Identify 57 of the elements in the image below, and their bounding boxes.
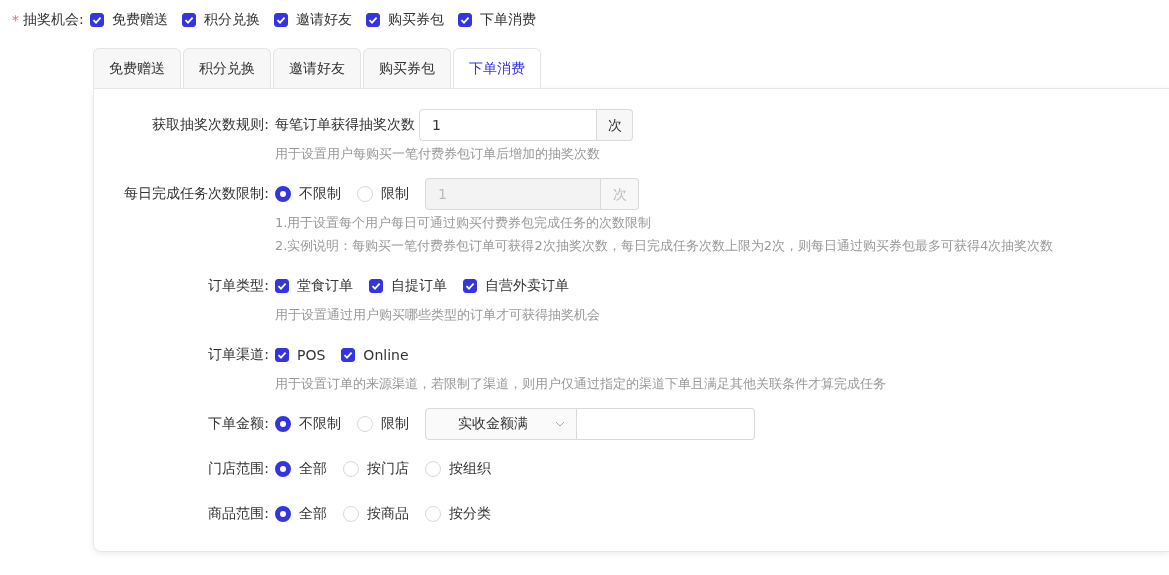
help-text: 用于设置通过用户购买哪些类型的订单才可获得抽奖机会: [275, 306, 601, 324]
option-label: 全部: [299, 460, 327, 478]
checkbox[interactable]: [275, 348, 289, 362]
field-label: 下单金额:: [207, 415, 270, 433]
unit-addon: 次: [601, 178, 639, 210]
option-label: 不限制: [299, 415, 341, 433]
checkbox[interactable]: [457, 13, 472, 27]
checkbox[interactable]: [463, 279, 477, 293]
option-label: 按分类: [449, 505, 491, 523]
option-label: 下单消费: [479, 11, 536, 29]
option-label: Online: [363, 347, 409, 363]
required-mark: *: [12, 12, 19, 28]
checkbox[interactable]: [341, 348, 356, 362]
count-input[interactable]: 1: [419, 109, 597, 141]
checkbox[interactable]: [181, 13, 196, 27]
radio-button[interactable]: [275, 461, 291, 477]
radio-button[interactable]: [275, 186, 291, 202]
tab[interactable]: 购买券包: [363, 48, 451, 88]
checkbox[interactable]: [365, 13, 380, 27]
option-label: 按门店: [367, 460, 409, 478]
amount-input[interactable]: [577, 408, 755, 440]
field-text: 每笔订单获得抽奖次数: [275, 116, 415, 134]
option-label: 限制: [381, 415, 409, 433]
option-label: 自提订单: [391, 277, 447, 295]
option-label: 自营外卖订单: [485, 277, 569, 295]
field-label: 门店范围:: [207, 460, 270, 478]
tab[interactable]: 免费赠送: [93, 48, 181, 88]
help-text: 用于设置订单的来源渠道，若限制了渠道，则用户仅通过指定的渠道下单且满足其他关联条件才算完成任务: [275, 375, 887, 393]
field-label: 商品范围:: [207, 505, 270, 523]
option-label: 按组织: [449, 460, 491, 478]
option-label: 限制: [381, 185, 409, 203]
checkbox[interactable]: [275, 279, 289, 293]
checkbox[interactable]: [273, 13, 288, 27]
help-text: 1.用于设置每个用户每日可通过购买付费券包完成任务的次数限制: [275, 214, 653, 232]
option-label: 购买券包: [387, 11, 444, 29]
unit-addon: 次: [597, 109, 633, 141]
tab[interactable]: 邀请好友: [273, 48, 361, 88]
amount-select[interactable]: 实收金额满: [425, 408, 577, 440]
option-label: 按商品: [367, 505, 409, 523]
field-label: 获取抽奖次数规则:: [151, 116, 270, 134]
field-label: 订单类型:: [207, 277, 270, 295]
radio-button[interactable]: [275, 416, 291, 432]
tab[interactable]: 积分兑换: [183, 48, 271, 88]
option-label: 免费赠送: [111, 11, 168, 29]
checkbox[interactable]: [369, 279, 383, 293]
tab[interactable]: 下单消费: [453, 48, 541, 88]
option-label: 全部: [299, 505, 327, 523]
field-label: 订单渠道:: [207, 346, 270, 364]
field-label: 每日完成任务次数限制:: [123, 185, 270, 203]
option-label: 邀请好友: [295, 11, 352, 29]
radio-button[interactable]: [275, 506, 291, 522]
option-label: 不限制: [299, 185, 341, 203]
field-label: 抽奖机会:: [23, 11, 84, 29]
option-label: POS: [297, 347, 326, 363]
option-label: 积分兑换: [203, 11, 260, 29]
option-label: 堂食订单: [297, 277, 353, 295]
checkbox[interactable]: [89, 13, 104, 27]
